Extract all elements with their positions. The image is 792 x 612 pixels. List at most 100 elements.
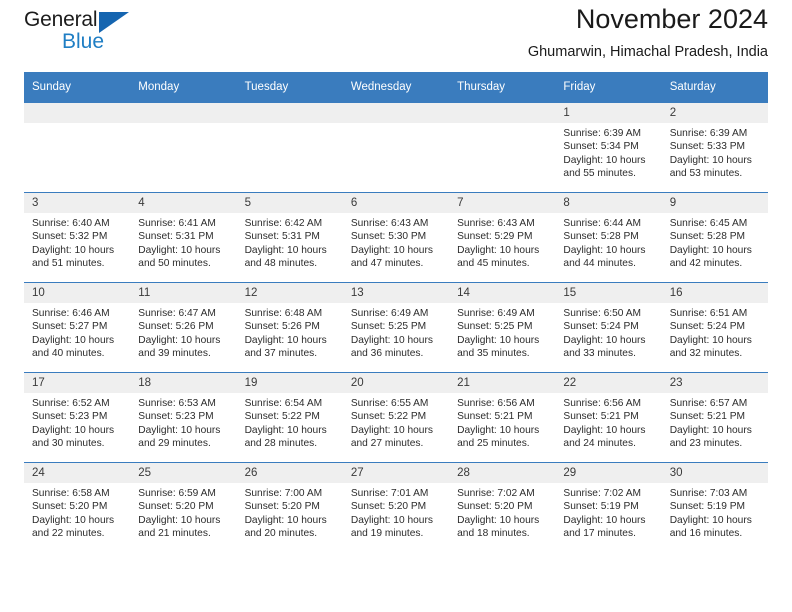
calendar-day-cell[interactable]: 2 Sunrise: 6:39 AM Sunset: 5:33 PM Daylight… [661, 102, 768, 193]
day-number: 14 [449, 283, 556, 303]
calendar-day-cell[interactable]: 7 Sunrise: 6:43 AM Sunset: 5:29 PM Daylight… [449, 192, 556, 283]
sunrise-text: Sunrise: 6:41 AM [138, 218, 216, 229]
page-header: General Blue November 2024 Ghumarwin, Hi… [24, 0, 768, 72]
page-subtitle: Ghumarwin, Himachal Pradesh, India [527, 44, 768, 60]
calendar-day-cell[interactable]: 12 Sunrise: 6:48 AM Sunset: 5:26 PM Dayligh… [236, 282, 343, 373]
calendar-day-cell[interactable]: 17 Sunrise: 6:52 AM Sunset: 5:23 PM Dayligh… [24, 372, 131, 463]
daylight-text-line2: and 16 minutes. [669, 528, 743, 540]
calendar-day-cell[interactable]: 4 Sunrise: 6:41 AM Sunset: 5:31 PM Daylight… [130, 192, 237, 283]
calendar-day-cell[interactable]: 8 Sunrise: 6:44 AM Sunset: 5:28 PM Daylight… [555, 192, 662, 283]
daylight-text-line1: Daylight: 10 hours [350, 424, 433, 436]
calendar-day-cell[interactable]: 28 Sunrise: 7:02 AM Sunset: 5:20 PM Dayligh… [449, 462, 556, 552]
calendar-day-cell[interactable]: 13 Sunrise: 6:49 AM Sunset: 5:25 PM Dayligh… [342, 282, 450, 373]
daylight-text-line1: Daylight: 10 hours [244, 334, 327, 346]
weekday-header-friday: Friday [555, 72, 662, 103]
sunset-text: Sunset: 5:21 PM [563, 411, 639, 423]
sunrise-text: Sunrise: 6:52 AM [32, 398, 110, 409]
calendar-day-cell[interactable]: 16 Sunrise: 6:51 AM Sunset: 5:24 PM Dayligh… [661, 282, 768, 373]
sunrise-text: Sunrise: 6:56 AM [563, 398, 641, 409]
weekday-header-monday: Monday [130, 72, 237, 103]
daylight-text-line2: and 39 minutes. [138, 348, 211, 360]
sunset-text: Sunset: 5:21 PM [669, 411, 746, 423]
calendar-day-cell[interactable]: 3 Sunrise: 6:40 AM Sunset: 5:32 PM Daylight… [24, 192, 131, 283]
daylight-text-line2: and 28 minutes. [244, 438, 318, 450]
day-number: 6 [342, 193, 450, 213]
daylight-text-line2: and 24 minutes. [563, 438, 636, 450]
calendar-day-cell[interactable]: 18 Sunrise: 6:53 AM Sunset: 5:23 PM Dayligh… [130, 372, 237, 463]
calendar-day-cell[interactable]: 26 Sunrise: 7:00 AM Sunset: 5:20 PM Dayligh… [236, 462, 343, 552]
calendar-day-cell[interactable]: 6 Sunrise: 6:43 AM Sunset: 5:30 PM Daylight… [342, 192, 450, 283]
day-number: 3 [24, 193, 131, 213]
calendar-day-cell[interactable]: 29 Sunrise: 7:02 AM Sunset: 5:19 PM Dayligh… [555, 462, 662, 552]
daylight-text-line2: and 32 minutes. [669, 348, 743, 360]
calendar-day-cell[interactable]: 19 Sunrise: 6:54 AM Sunset: 5:22 PM Dayligh… [236, 372, 343, 463]
sunrise-text: Sunrise: 7:00 AM [244, 488, 323, 499]
daylight-text-line2: and 27 minutes. [350, 438, 424, 450]
calendar-day-cell[interactable]: 22 Sunrise: 6:56 AM Sunset: 5:21 PM Dayligh… [555, 372, 662, 463]
daylight-text-line1: Daylight: 10 hours [563, 424, 646, 436]
daylight-text-line2: and 35 minutes. [457, 348, 530, 360]
day-details: Sunrise: 6:40 AM Sunset: 5:32 PM Daylight:… [24, 213, 130, 271]
calendar-day-cell[interactable]: 20 Sunrise: 6:55 AM Sunset: 5:22 PM Dayligh… [342, 372, 450, 463]
sunset-text: Sunset: 5:31 PM [138, 231, 214, 243]
sunset-text: Sunset: 5:25 PM [457, 321, 533, 333]
day-number: 30 [661, 463, 768, 483]
day-details: Sunrise: 7:02 AM Sunset: 5:20 PM Daylight:… [449, 483, 555, 541]
calendar-day-cell[interactable]: 11 Sunrise: 6:47 AM Sunset: 5:26 PM Dayligh… [130, 282, 237, 373]
calendar-day-cell[interactable]: 21 Sunrise: 6:56 AM Sunset: 5:21 PM Dayligh… [449, 372, 556, 463]
day-details: Sunrise: 6:49 AM Sunset: 5:25 PM Daylight:… [343, 303, 449, 361]
day-number: 26 [236, 463, 343, 483]
daylight-text-line2: and 55 minutes. [563, 168, 636, 180]
sunrise-text: Sunrise: 6:44 AM [563, 218, 641, 229]
daylight-text-line1: Daylight: 10 hours [457, 424, 540, 436]
sunrise-text: Sunrise: 6:49 AM [350, 308, 429, 319]
sunset-text: Sunset: 5:21 PM [457, 411, 533, 423]
day-number [342, 103, 450, 123]
sunrise-text: Sunrise: 6:39 AM [669, 128, 748, 139]
daylight-text-line2: and 25 minutes. [457, 438, 530, 450]
day-number: 1 [555, 103, 662, 123]
logo-secondary-text: Blue [62, 30, 105, 53]
calendar-day-cell[interactable]: 30 Sunrise: 7:03 AM Sunset: 5:19 PM Dayligh… [661, 462, 768, 552]
daylight-text-line2: and 51 minutes. [32, 258, 105, 270]
calendar-cell-empty [342, 102, 450, 193]
daylight-text-line1: Daylight: 10 hours [563, 154, 646, 166]
day-details: Sunrise: 6:49 AM Sunset: 5:25 PM Daylight:… [449, 303, 555, 361]
daylight-text-line1: Daylight: 10 hours [350, 514, 433, 526]
daylight-text-line1: Daylight: 10 hours [669, 424, 752, 436]
daylight-text-line2: and 23 minutes. [669, 438, 743, 450]
calendar-day-cell[interactable]: 1 Sunrise: 6:39 AM Sunset: 5:34 PM Daylight… [555, 102, 662, 193]
day-details: Sunrise: 6:55 AM Sunset: 5:22 PM Daylight:… [343, 393, 449, 451]
calendar-day-cell[interactable]: 14 Sunrise: 6:49 AM Sunset: 5:25 PM Dayligh… [449, 282, 556, 373]
logo-primary-text: General [24, 8, 98, 31]
daylight-text-line2: and 30 minutes. [32, 438, 105, 450]
daylight-text-line2: and 29 minutes. [138, 438, 211, 450]
daylight-text-line1: Daylight: 10 hours [244, 424, 327, 436]
calendar-day-cell[interactable]: 15 Sunrise: 6:50 AM Sunset: 5:24 PM Dayligh… [555, 282, 662, 373]
general-blue-logo[interactable]: General Blue [24, 8, 144, 62]
calendar-day-cell[interactable]: 5 Sunrise: 6:42 AM Sunset: 5:31 PM Daylight… [236, 192, 343, 283]
day-number: 4 [130, 193, 237, 213]
calendar-day-cell[interactable]: 27 Sunrise: 7:01 AM Sunset: 5:20 PM Dayligh… [342, 462, 450, 552]
day-details: Sunrise: 6:52 AM Sunset: 5:23 PM Daylight:… [24, 393, 130, 451]
calendar-week-row: 3 Sunrise: 6:40 AM Sunset: 5:32 PM Daylight… [24, 192, 768, 283]
sunset-text: Sunset: 5:20 PM [244, 501, 320, 513]
day-number: 21 [449, 373, 556, 393]
calendar-week-row: 24 Sunrise: 6:58 AM Sunset: 5:20 PM Dayligh… [24, 462, 768, 552]
calendar-day-cell[interactable]: 9 Sunrise: 6:45 AM Sunset: 5:28 PM Daylight… [661, 192, 768, 283]
weekday-header-saturday: Saturday [661, 72, 768, 103]
calendar-day-cell[interactable]: 24 Sunrise: 6:58 AM Sunset: 5:20 PM Dayligh… [24, 462, 131, 552]
sunrise-text: Sunrise: 6:42 AM [244, 218, 323, 229]
day-number: 17 [24, 373, 131, 393]
day-details: Sunrise: 6:57 AM Sunset: 5:21 PM Daylight:… [662, 393, 768, 451]
daylight-text-line1: Daylight: 10 hours [138, 244, 221, 256]
calendar-day-cell[interactable]: 23 Sunrise: 6:57 AM Sunset: 5:21 PM Dayligh… [661, 372, 768, 463]
calendar-day-cell[interactable]: 25 Sunrise: 6:59 AM Sunset: 5:20 PM Dayligh… [130, 462, 237, 552]
calendar-day-cell[interactable]: 10 Sunrise: 6:46 AM Sunset: 5:27 PM Dayligh… [24, 282, 131, 373]
day-number: 28 [449, 463, 556, 483]
day-number: 29 [555, 463, 662, 483]
day-number: 27 [342, 463, 450, 483]
sunset-text: Sunset: 5:22 PM [244, 411, 320, 423]
day-number: 15 [555, 283, 662, 303]
day-number: 20 [342, 373, 450, 393]
